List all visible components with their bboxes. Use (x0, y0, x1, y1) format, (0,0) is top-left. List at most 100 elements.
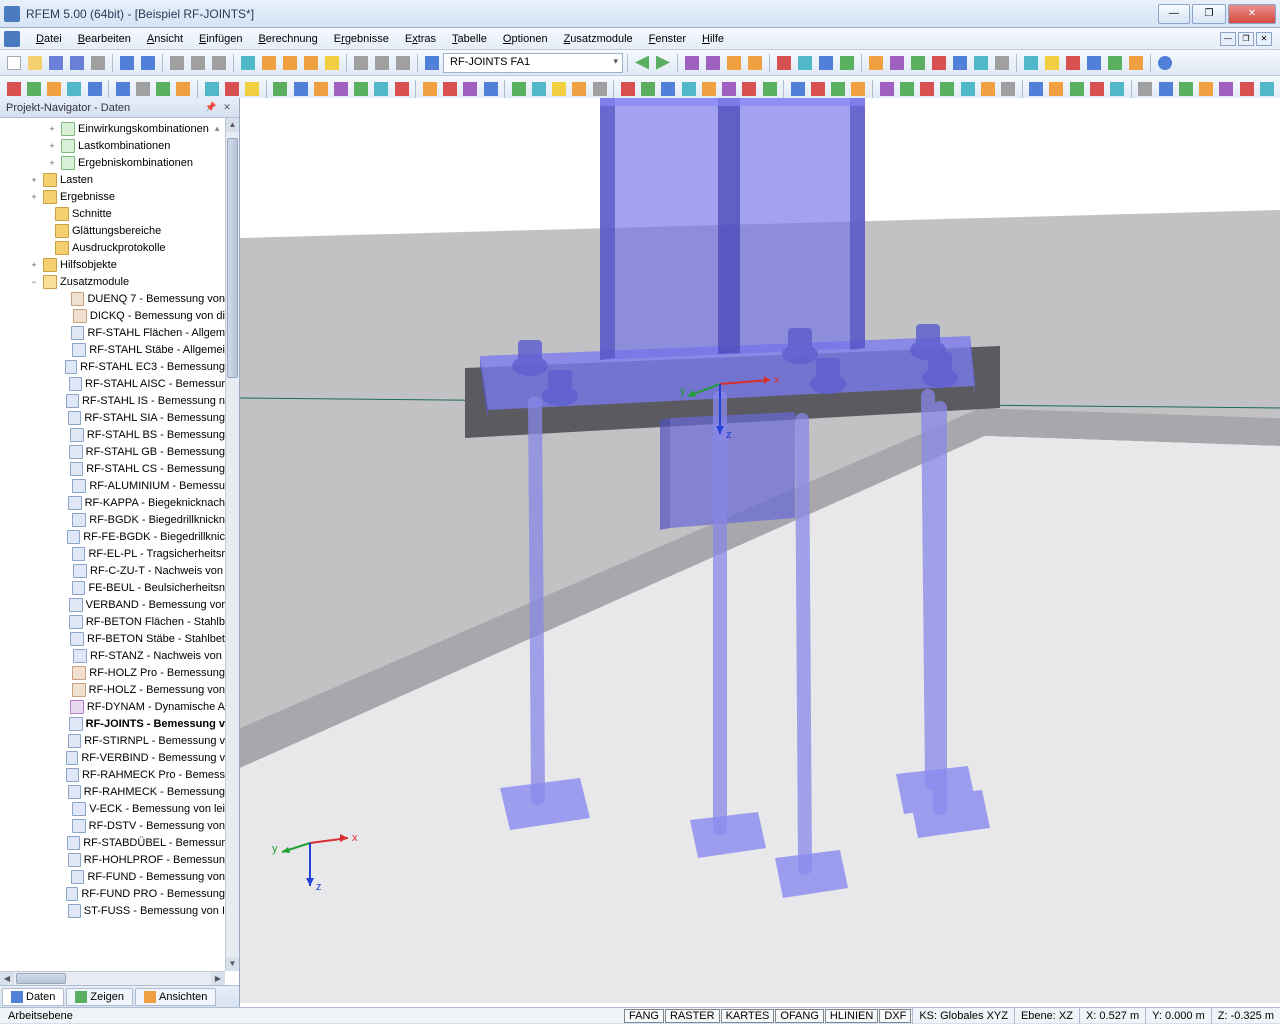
expander-icon[interactable]: + (28, 192, 40, 202)
tb2-opening[interactable] (372, 79, 391, 99)
tb-open[interactable] (25, 53, 45, 73)
tree-item[interactable]: VERBAND - Bemessung vor (0, 596, 225, 613)
status-raster[interactable]: RASTER (665, 1009, 720, 1023)
tb2-w6[interactable] (1237, 79, 1256, 99)
tb2-5[interactable] (85, 79, 104, 99)
tb2-v2[interactable] (897, 79, 916, 99)
tree-item[interactable]: RF-BETON Flächen - Stahlb (0, 613, 225, 630)
navigator-pin-icon[interactable]: 📌 (205, 102, 217, 114)
tb-h6[interactable] (1126, 53, 1146, 73)
mdi-icon[interactable] (4, 31, 20, 47)
tree-item[interactable]: RF-RAHMECK Pro - Bemess (0, 766, 225, 783)
tb-v1[interactable] (682, 53, 702, 73)
tb2-w4[interactable] (1196, 79, 1215, 99)
tree-item[interactable]: RF-HOLZ Pro - Bemessung (0, 664, 225, 681)
tb2-res4[interactable] (679, 79, 698, 99)
tb-h5[interactable] (1105, 53, 1125, 73)
tree-hscroll[interactable]: ◀ ▶ (0, 971, 225, 985)
tb-cut[interactable] (167, 53, 187, 73)
tb2-3[interactable] (44, 79, 63, 99)
tree-item[interactable]: ST-FUSS - Bemessung von I (0, 902, 225, 919)
tb-g1[interactable] (866, 53, 886, 73)
tb-zoomwin[interactable] (280, 53, 300, 73)
menu-berechnung[interactable]: Berechnung (250, 31, 325, 47)
tb2-load4[interactable] (481, 79, 500, 99)
tb2-d1[interactable] (788, 79, 807, 99)
tb2-load3[interactable] (461, 79, 480, 99)
tree-item[interactable]: RF-RAHMECK - Bemessung (0, 783, 225, 800)
tb2-d2[interactable] (808, 79, 827, 99)
tb2-8[interactable] (154, 79, 173, 99)
mdi-close[interactable]: ✕ (1256, 32, 1272, 46)
tree-item[interactable]: RF-STAHL AISC - Bemessur (0, 375, 225, 392)
tb2-surface[interactable] (331, 79, 350, 99)
tree-vscroll[interactable]: ▲ ▼ (225, 118, 239, 971)
tb2-w5[interactable] (1217, 79, 1236, 99)
tree-item[interactable]: RF-EL-PL - Tragsicherheitsr (0, 545, 225, 562)
3d-viewport[interactable]: x y z x y z (240, 98, 1280, 1007)
tb-new[interactable] (4, 53, 24, 73)
tb2-1[interactable] (4, 79, 23, 99)
tree-item[interactable]: +Ergebnisse (0, 188, 225, 205)
tb2-member[interactable] (311, 79, 330, 99)
tb-h3[interactable] (1063, 53, 1083, 73)
tree-item[interactable]: Glättungsbereiche (0, 222, 225, 239)
tb2-4[interactable] (65, 79, 84, 99)
tb2-grid[interactable] (202, 79, 221, 99)
tb2-iso[interactable] (1027, 79, 1046, 99)
tb-g5[interactable] (950, 53, 970, 73)
tb-undo[interactable] (117, 53, 137, 73)
tree-item[interactable]: RF-DYNAM - Dynamische A (0, 698, 225, 715)
tb2-w3[interactable] (1176, 79, 1195, 99)
tb-g3[interactable] (908, 53, 928, 73)
tb-save[interactable] (46, 53, 66, 73)
tree-item[interactable]: DICKQ - Bemessung von di (0, 307, 225, 324)
tree-item[interactable]: RF-STIRNPL - Bemessung v (0, 732, 225, 749)
menu-einfuegen[interactable]: Einfügen (191, 31, 250, 47)
tb-module-icon[interactable] (422, 53, 442, 73)
tb2-m5[interactable] (590, 79, 609, 99)
tb2-m1[interactable] (509, 79, 528, 99)
tb2-line[interactable] (291, 79, 310, 99)
tab-ansichten[interactable]: Ansichten (135, 988, 216, 1006)
mdi-restore[interactable]: ❐ (1238, 32, 1254, 46)
tb2-res5[interactable] (699, 79, 718, 99)
tree-item[interactable]: RF-STAHL BS - Bemessung (0, 426, 225, 443)
tb2-v4[interactable] (938, 79, 957, 99)
menu-extras[interactable]: Extras (397, 31, 444, 47)
expander-icon[interactable]: + (28, 260, 40, 270)
tree-item[interactable]: RF-STAHL Flächen - Allgem (0, 324, 225, 341)
tb-g2[interactable] (887, 53, 907, 73)
tree-item[interactable]: RF-STAHL Stäbe - Allgemei (0, 341, 225, 358)
tb2-solid[interactable] (352, 79, 371, 99)
tree-item[interactable]: RF-ALUMINIUM - Bemessu (0, 477, 225, 494)
tb2-m4[interactable] (570, 79, 589, 99)
tb-copy[interactable] (188, 53, 208, 73)
tree-item[interactable]: RF-STANZ - Nachweis von (0, 647, 225, 664)
tb-paste[interactable] (209, 53, 229, 73)
tb-next[interactable] (653, 53, 673, 73)
tab-daten[interactable]: Daten (2, 988, 64, 1006)
tb2-yz[interactable] (1108, 79, 1127, 99)
status-kartes[interactable]: KARTES (721, 1009, 775, 1023)
tree-item[interactable]: V-ECK - Bemessung von lei (0, 800, 225, 817)
tree-item[interactable]: RF-FE-BGDK - Biegedrillknic (0, 528, 225, 545)
scroll-down-icon[interactable]: ▼ (226, 957, 239, 971)
tb2-res2[interactable] (639, 79, 658, 99)
tb-g6[interactable] (971, 53, 991, 73)
tb-redo[interactable] (138, 53, 158, 73)
tb-nav[interactable] (372, 53, 392, 73)
tb2-res6[interactable] (719, 79, 738, 99)
scroll-up-icon[interactable]: ▲ (226, 118, 239, 132)
tb-tables[interactable] (351, 53, 371, 73)
tb2-v1[interactable] (877, 79, 896, 99)
tree-item[interactable]: RF-STAHL CS - Bemessung (0, 460, 225, 477)
tb2-d4[interactable] (849, 79, 868, 99)
tree-item[interactable]: RF-VERBIND - Bemessung v (0, 749, 225, 766)
scroll-thumb[interactable] (227, 138, 238, 378)
tb-h2[interactable] (1042, 53, 1062, 73)
navigator-close-icon[interactable]: ✕ (221, 102, 233, 114)
tb2-v6[interactable] (978, 79, 997, 99)
tb-pan[interactable] (322, 53, 342, 73)
tree-item[interactable]: RF-STAHL IS - Bemessung n (0, 392, 225, 409)
